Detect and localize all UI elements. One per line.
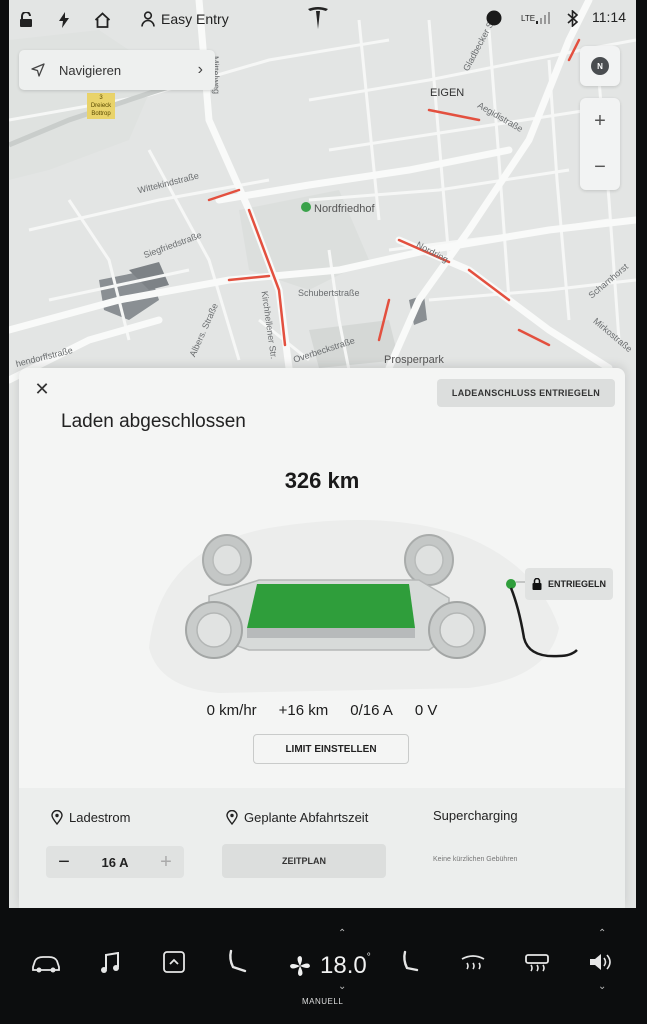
charge-current-stepper: − 16 A + <box>46 846 184 878</box>
camera-dot-icon <box>486 10 502 26</box>
map-label-prosperpark: Prosperpark <box>384 354 444 366</box>
music-icon[interactable] <box>98 950 122 976</box>
navigate-search-button[interactable]: Navigieren › <box>19 50 215 90</box>
map-label-nordfriedhof: Nordfriedhof <box>314 203 375 215</box>
volume-down-chevron-icon[interactable]: ⌄ <box>598 981 606 992</box>
location-pin-icon <box>226 810 238 825</box>
lock-icon <box>532 578 542 590</box>
temp-up-chevron-icon[interactable]: ⌃ <box>338 928 346 939</box>
zoom-in-button[interactable]: + <box>594 110 606 133</box>
cabin-temperature[interactable]: 18.0° <box>320 952 371 980</box>
bluetooth-icon[interactable] <box>567 10 579 27</box>
network-indicator: LTE <box>521 12 551 24</box>
temp-down-chevron-icon[interactable]: ⌄ <box>338 981 346 992</box>
navigate-arrow-icon <box>31 63 45 77</box>
charge-current-title: Ladestrom <box>69 810 131 825</box>
decrease-current-button[interactable]: − <box>56 851 72 874</box>
zoom-controls: + − <box>580 98 620 190</box>
network-label: LTE <box>521 13 536 23</box>
departure-title: Geplante Abfahrtszeit <box>244 810 369 825</box>
car-battery-illustration <box>149 520 578 693</box>
range-display: 326 km <box>284 468 360 493</box>
fee-note: Keine kürzlichen Gebühren <box>433 856 518 863</box>
status-bar: Easy Entry LTE 11:14 <box>9 0 636 38</box>
lock-icon[interactable] <box>19 12 33 28</box>
apps-icon[interactable] <box>162 950 186 974</box>
bottom-control-bar: ⌃ 18.0° MANUELL ⌄ ⌃ ⌄ <box>0 908 647 1024</box>
map-label-schubert: Schubertstraße <box>298 288 360 298</box>
clock: 11:14 <box>592 9 626 25</box>
navigate-label: Navigieren <box>59 62 122 78</box>
home-icon[interactable] <box>94 12 111 28</box>
departure-heading: Geplante Abfahrtszeit <box>226 810 368 825</box>
volume-icon[interactable] <box>587 950 615 974</box>
charge-settings-row: Ladestrom Geplante Abfahrtszeit Supercha… <box>19 788 625 908</box>
car-icon[interactable] <box>30 952 62 976</box>
supercharging-title: Supercharging <box>433 808 518 823</box>
map-label-dreieck: 3 Dreieck Bottrop <box>87 93 115 119</box>
touchscreen: 3 Dreieck Bottrop Wittekindstraße Siegfrie… <box>9 0 636 908</box>
volume-up-chevron-icon[interactable]: ⌃ <box>598 928 606 939</box>
degree-icon: ° <box>366 952 371 963</box>
tesla-logo-icon[interactable] <box>308 7 328 29</box>
seat-heater-icon[interactable] <box>396 948 422 976</box>
increase-current-button[interactable]: + <box>158 851 174 874</box>
chevron-right-icon: › <box>197 61 203 78</box>
fan-icon[interactable] <box>288 954 312 978</box>
location-pin-icon <box>51 810 63 825</box>
charge-voltage: 0 V <box>414 702 438 719</box>
battery-pack <box>247 584 415 638</box>
charge-current-heading: Ladestrom <box>51 810 130 825</box>
rear-defrost-icon[interactable] <box>458 952 488 974</box>
charging-stats: 0 km/hr +16 km 0/16 A 0 V <box>19 702 625 719</box>
bolt-icon[interactable] <box>58 12 70 28</box>
signal-icon <box>536 12 551 24</box>
charge-speed: 0 km/hr <box>206 702 257 719</box>
profile-button[interactable]: Easy Entry <box>141 11 229 27</box>
range-added: +16 km <box>278 702 329 719</box>
seat-icon[interactable] <box>224 948 250 976</box>
unlock-label: ENTRIEGELN <box>547 579 606 589</box>
person-icon <box>141 11 155 27</box>
charge-current: 0/16 A <box>350 702 393 719</box>
compass-label: N <box>597 61 603 71</box>
charging-panel: ✕ LADEANSCHLUSS ENTRIEGELN Laden abgesch… <box>19 368 625 908</box>
front-defrost-icon[interactable] <box>522 952 552 974</box>
set-limit-button[interactable]: LIMIT EINSTELLEN <box>253 734 409 764</box>
unlock-charge-port-button[interactable]: LADEANSCHLUSS ENTRIEGELN <box>437 379 615 407</box>
unlock-cable-button[interactable]: ENTRIEGELN <box>525 568 613 600</box>
map-label-eigen: EIGEN <box>430 87 465 99</box>
battery-charge-fill <box>247 584 415 628</box>
compass-button[interactable]: N <box>580 46 620 86</box>
zoom-out-button[interactable]: − <box>594 156 606 179</box>
charging-status-title: Laden abgeschlossen <box>61 411 246 432</box>
close-icon[interactable]: ✕ <box>33 380 51 398</box>
profile-name: Easy Entry <box>161 11 229 27</box>
temperature-value: 18.0 <box>320 952 367 979</box>
climate-mode-label: MANUELL <box>302 997 344 1006</box>
schedule-button[interactable]: ZEITPLAN <box>222 844 386 878</box>
charge-current-value: 16 A <box>101 854 129 870</box>
